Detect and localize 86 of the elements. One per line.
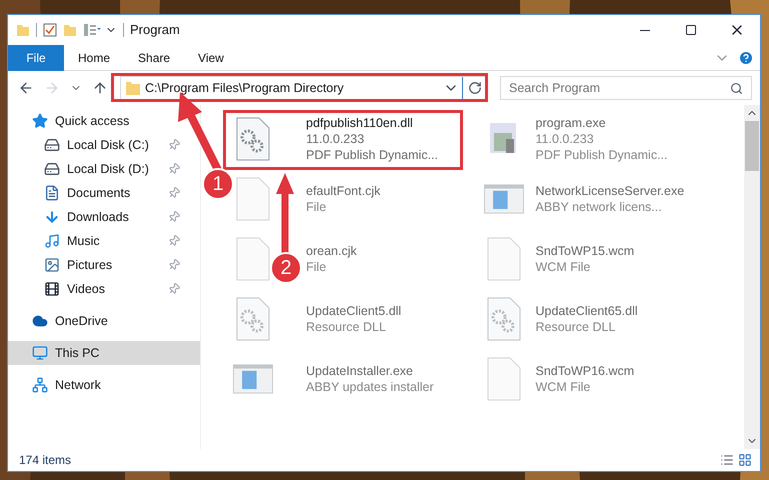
sidebar-label: Documents [67, 184, 132, 202]
file-detail: ABBY network licens... [536, 199, 663, 215]
document-icon [44, 185, 60, 201]
file-name[interactable]: efaultFont.cjk [306, 183, 380, 199]
properties-icon [83, 23, 101, 37]
ribbon-tab[interactable]: View [184, 44, 238, 70]
file-name[interactable]: SndToWP16.wcm [536, 363, 634, 379]
sidebar-label: OneDrive [55, 312, 108, 330]
sidebar-item[interactable]: Quick access [8, 109, 138, 133]
monitor-icon [32, 345, 48, 361]
file-detail: File [306, 259, 328, 275]
sidebar-item[interactable]: Documents [8, 181, 188, 205]
ribbon-tab[interactable]: Home [64, 44, 124, 70]
file-detail: Resource DLL [536, 319, 616, 335]
file-detail: WCM File [536, 259, 592, 275]
scroll-thumb[interactable] [745, 121, 759, 171]
file-detail: Resource DLL [306, 319, 387, 335]
file-detail: 11.0.0.233 [536, 131, 595, 147]
tiles-view-icon[interactable] [738, 453, 752, 467]
sidebar-label: Videos [67, 280, 106, 298]
gear-file-icon [486, 297, 520, 341]
gear-file-icon [236, 117, 270, 161]
search-field[interactable]: Search Program [500, 76, 752, 100]
window-title: Program [130, 21, 180, 40]
item-count: 174 items [19, 452, 72, 469]
application-window-icon [484, 183, 524, 215]
maximize-icon [685, 24, 697, 36]
drive-icon [44, 161, 60, 177]
details-view-icon[interactable] [720, 453, 734, 467]
gear-file-icon [236, 297, 270, 341]
file-name[interactable]: UpdateClient5.dll [306, 303, 402, 319]
search-icon[interactable] [730, 82, 743, 94]
file-detail: PDF Publish Dynamic... [306, 147, 438, 163]
sidebar-label: Local Disk (C:) [67, 136, 150, 154]
sidebar-item[interactable]: Downloads [8, 205, 188, 229]
film-icon [44, 281, 60, 297]
sidebar-item[interactable]: Network [8, 373, 109, 397]
file-detail: ABBY updates installer [306, 379, 434, 395]
sidebar-item[interactable]: OneDrive [8, 309, 116, 333]
star-icon [32, 113, 48, 129]
back-icon[interactable] [18, 80, 34, 96]
sidebar-item[interactable]: Pictures [8, 253, 188, 277]
ribbon-tab[interactable]: File [8, 44, 64, 70]
file-name[interactable]: UpdateClient65.dll [536, 303, 638, 319]
sidebar-label: Downloads [67, 208, 130, 226]
drive-icon [44, 137, 60, 153]
sidebar-label: Pictures [67, 256, 114, 274]
cloud-icon [32, 313, 48, 329]
refresh-icon[interactable] [468, 81, 482, 95]
folder-icon [16, 23, 30, 37]
file-detail: PDF Publish Dynamic... [536, 147, 668, 163]
sidebar-label: Network [55, 376, 101, 394]
sidebar-item[interactable]: Music [8, 229, 188, 253]
file-name[interactable]: NetworkLicenseServer.exe [536, 183, 684, 199]
sidebar-label: Quick access [55, 112, 130, 130]
file-detail: 11.0.0.233 [306, 131, 366, 147]
application-window-icon [233, 363, 273, 395]
sidebar-label: Local Disk (D:) [67, 160, 150, 178]
help-icon[interactable] [738, 50, 754, 66]
file-name[interactable]: orean.cjk [306, 243, 357, 259]
folder-icon [125, 80, 141, 96]
checklist-icon [43, 23, 57, 37]
file-name[interactable]: UpdateInstaller.exe [306, 363, 434, 379]
search-input[interactable]: Search Program [509, 78, 730, 98]
up-icon[interactable] [92, 80, 108, 96]
sidebar-label: Music [67, 232, 101, 250]
file-detail: WCM File [536, 379, 592, 395]
image-icon [44, 257, 60, 273]
file-icon [236, 177, 270, 221]
download-icon [44, 209, 60, 225]
music-icon [44, 233, 60, 249]
sidebar-item[interactable]: This PC [8, 341, 200, 365]
sidebar-label: This PC [55, 344, 100, 362]
network-icon [32, 377, 48, 393]
file-icon [236, 237, 270, 281]
folder-icon [63, 23, 77, 37]
sidebar-item[interactable]: Videos [8, 277, 188, 301]
scrollbar[interactable] [744, 105, 760, 449]
file-name[interactable]: SndToWP15.wcm [536, 243, 634, 259]
sidebar-item[interactable]: Local Disk (D:) [8, 157, 188, 181]
sidebar-item[interactable]: Local Disk (C:) [8, 133, 188, 157]
ribbon-tab[interactable]: Share [124, 44, 184, 70]
file-name[interactable]: program.exe [536, 115, 668, 131]
file-name[interactable]: pdfpublish110en.dll [306, 115, 438, 131]
file-detail: File [306, 199, 328, 215]
address-text: C:\Program Files\Program Directory [145, 80, 344, 97]
